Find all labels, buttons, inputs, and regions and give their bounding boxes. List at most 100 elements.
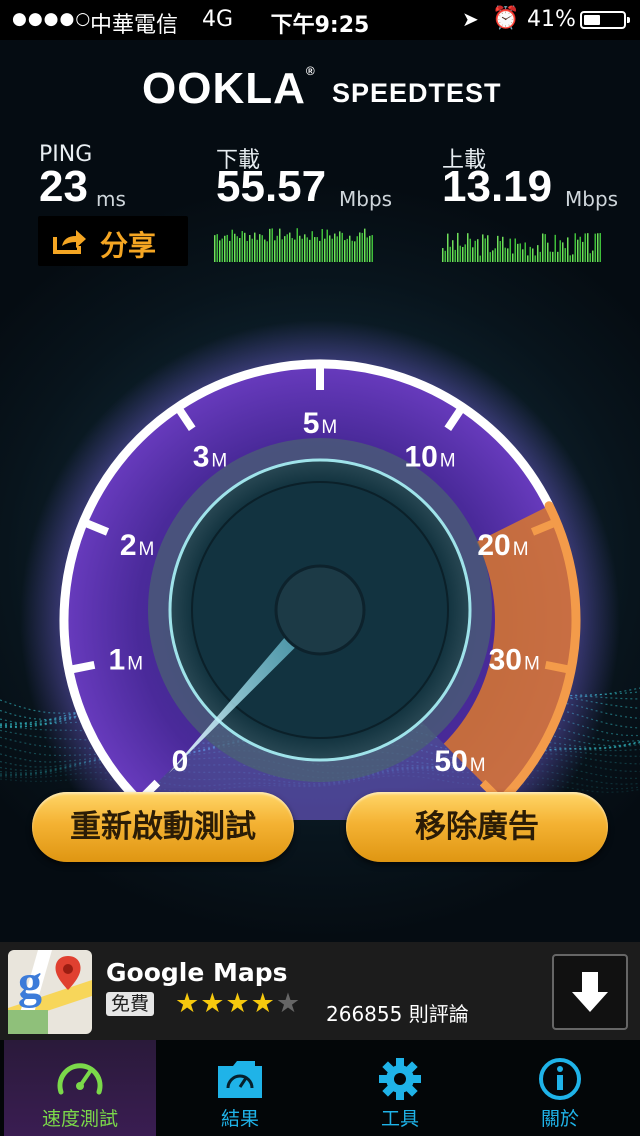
google-maps-icon: g	[8, 950, 92, 1034]
graph-bar	[321, 229, 323, 262]
graph-bar	[449, 246, 451, 262]
gauge-label-unit: M	[127, 654, 143, 675]
download-arrow-icon[interactable]	[552, 954, 628, 1030]
speed-gauge: 01 M2 M3 M5 M10 M20 M30 M50 M	[0, 320, 640, 820]
graph-bar	[294, 239, 296, 262]
tab-label: 速度測試	[41, 1108, 118, 1130]
graph-bar	[334, 233, 336, 262]
battery-fill	[584, 15, 600, 25]
tab-results[interactable]: 結果	[164, 1040, 316, 1136]
ad-rating-stars: ★★★★★	[175, 988, 301, 1019]
graph-bar	[544, 234, 546, 262]
gauge-label-number: 50	[434, 745, 467, 778]
graph-bar	[599, 233, 601, 262]
battery-percent: 41%	[527, 7, 576, 32]
tab-about[interactable]: 關於	[484, 1040, 636, 1136]
graph-bar	[514, 238, 516, 262]
graph-bar	[539, 251, 541, 262]
ping-value: 23	[39, 162, 88, 211]
ad-app-name: Google Maps	[106, 958, 288, 987]
graph-bar	[507, 248, 509, 262]
graph-bar	[266, 241, 268, 262]
ad-review-count: 266855 則評論	[326, 1002, 469, 1026]
graph-bar	[339, 231, 341, 262]
graph-bar	[229, 240, 231, 262]
status-bar: ●●●●○ 中華電信 4G 下午9:25 ➤ ⏰ 41%	[0, 0, 640, 40]
ad-price-badge: 免費	[106, 992, 155, 1016]
graph-bar	[509, 238, 511, 262]
graph-bar	[216, 234, 218, 262]
graph-bar	[577, 239, 579, 262]
graph-bar	[331, 238, 333, 262]
graph-bar	[564, 248, 566, 262]
share-button[interactable]: 分享	[38, 216, 188, 266]
graph-bar	[296, 228, 298, 262]
logo-text: OOKLA	[142, 64, 306, 113]
graph-bar	[324, 238, 326, 262]
graph-bar	[306, 237, 308, 262]
graph-bar	[314, 237, 316, 262]
graph-bar	[249, 235, 251, 262]
graph-bar	[284, 236, 286, 262]
graph-bar	[587, 233, 589, 262]
graph-bar	[522, 249, 524, 262]
graph-bar	[236, 236, 238, 262]
graph-bar	[597, 233, 599, 262]
gauge-label-number: 0	[172, 745, 189, 778]
upload-graph	[442, 232, 601, 262]
ad-banner[interactable]: g Google Maps 免費 ★★★★★ 266855 則評論	[0, 942, 640, 1040]
graph-bar	[301, 238, 303, 262]
gauge-label-number: 1	[109, 644, 126, 677]
graph-bar	[354, 241, 356, 262]
graph-bar	[226, 234, 228, 262]
restart-test-button[interactable]: 重新啟動測試	[32, 792, 294, 862]
graph-bar	[502, 236, 504, 262]
graph-bar	[464, 244, 466, 262]
graph-bar	[559, 240, 561, 262]
graph-bar	[469, 238, 471, 262]
graph-bar	[336, 236, 338, 262]
graph-bar	[562, 242, 564, 262]
graph-bar	[231, 229, 233, 262]
graph-bar	[472, 247, 474, 262]
graph-bar	[214, 235, 216, 262]
gauge-label-number: 2	[120, 529, 137, 562]
graph-bar	[594, 233, 596, 262]
graph-bar	[474, 240, 476, 262]
graph-bar	[224, 235, 226, 262]
graph-bar	[497, 235, 499, 262]
graph-bar	[494, 248, 496, 262]
graph-bar	[589, 253, 591, 262]
graph-bar	[254, 232, 256, 262]
graph-bar	[271, 228, 273, 262]
graph-bar	[479, 255, 481, 262]
tab-bar: 速度測試 結果 工具 關於	[0, 1040, 640, 1136]
remove-ads-button[interactable]: 移除廣告	[346, 792, 608, 862]
graph-bar	[542, 233, 544, 262]
graph-bar	[452, 240, 454, 262]
graph-bar	[579, 236, 581, 262]
graph-bar	[269, 228, 271, 262]
graph-bar	[489, 252, 491, 262]
graph-bar	[572, 254, 574, 262]
graph-bar	[574, 233, 576, 262]
tab-speed-test[interactable]: 速度測試	[4, 1040, 156, 1136]
graph-bar	[517, 243, 519, 262]
graph-bar	[499, 241, 501, 262]
tab-tools[interactable]: 工具	[324, 1040, 476, 1136]
app-title: SPEEDTEST	[332, 78, 502, 108]
graph-bar	[534, 255, 536, 262]
gauge-label-unit: M	[139, 539, 155, 560]
svg-text:g: g	[18, 956, 42, 1009]
graph-bar	[304, 234, 306, 262]
graph-bar	[246, 240, 248, 262]
speedtest-screen: ●●●●○ 中華電信 4G 下午9:25 ➤ ⏰ 41% OOKLA® SPEE…	[0, 0, 640, 1136]
gauge-label-number: 10	[404, 440, 437, 473]
graph-bar	[447, 233, 449, 262]
gauge-label-unit: M	[321, 417, 337, 438]
graph-bar	[457, 232, 459, 262]
ookla-logo: OOKLA®	[142, 64, 316, 114]
logo-registered-mark: ®	[305, 64, 316, 78]
graph-bar	[444, 250, 446, 262]
graph-bar	[369, 235, 371, 262]
